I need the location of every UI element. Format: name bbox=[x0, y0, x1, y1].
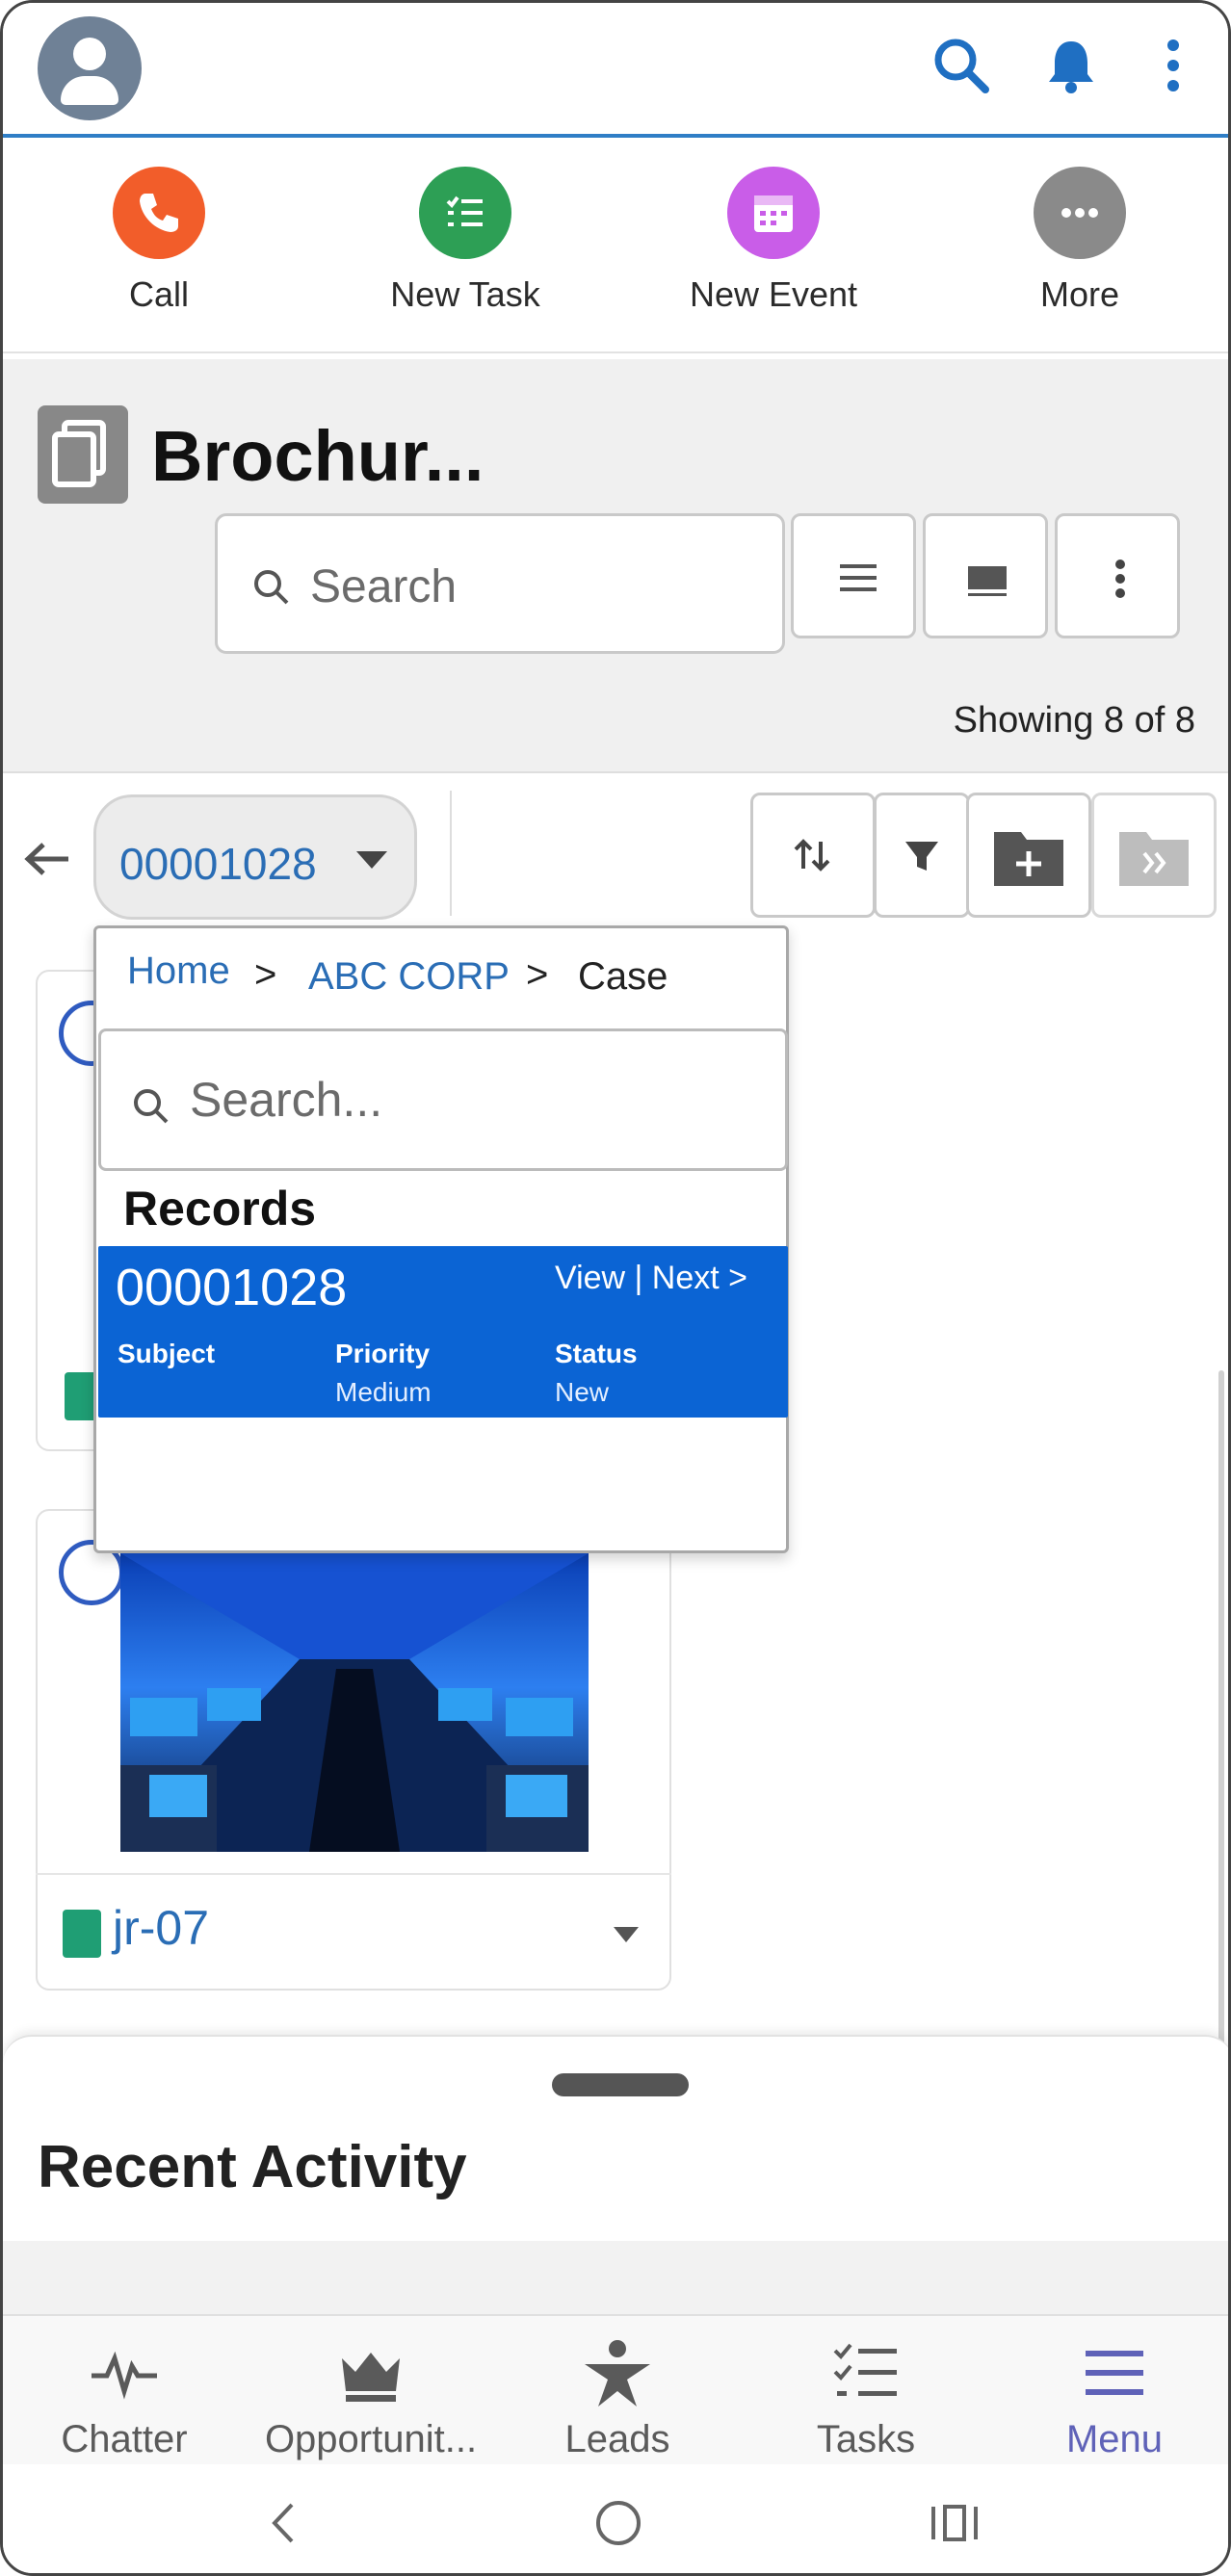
folder-add-icon bbox=[994, 832, 1063, 886]
avatar-head-shape bbox=[73, 38, 106, 70]
case-selector-dropdown[interactable]: 00001028 bbox=[93, 794, 417, 920]
star-person-icon bbox=[585, 2340, 650, 2407]
new-task-label: New Task bbox=[390, 274, 540, 314]
avatar[interactable] bbox=[38, 16, 142, 120]
nav-item-chatter[interactable]: Chatter bbox=[9, 2335, 240, 2461]
nav-item-menu[interactable]: Menu bbox=[999, 2335, 1228, 2461]
case-lookup-popover: Home > ABC CORP > Case Search... Records… bbox=[93, 925, 789, 1553]
call-action[interactable]: Call bbox=[43, 167, 275, 315]
new-task-action[interactable]: New Task bbox=[350, 167, 581, 315]
object-header: Brochur... Search Showing 8 of 8 bbox=[3, 359, 1228, 773]
search-placeholder: Search bbox=[310, 561, 458, 612]
record-search-input[interactable]: Search... bbox=[98, 1028, 788, 1171]
pulse-icon bbox=[92, 2351, 157, 2400]
subject-label: Subject bbox=[118, 1339, 216, 1368]
breadcrumb-separator: > bbox=[526, 953, 549, 996]
new-event-label: New Event bbox=[689, 274, 858, 314]
more-options-button[interactable] bbox=[1055, 513, 1180, 638]
divider bbox=[450, 791, 452, 916]
priority-label: Priority bbox=[335, 1339, 431, 1368]
more-horizontal-icon bbox=[1034, 167, 1126, 259]
nav-label: Opportunit... bbox=[264, 2418, 478, 2460]
more-action[interactable]: More bbox=[964, 167, 1195, 315]
nav-label: Tasks bbox=[816, 2418, 916, 2460]
calendar-icon bbox=[727, 167, 820, 259]
search-placeholder: Search... bbox=[190, 1073, 383, 1127]
breadcrumb-separator: > bbox=[254, 953, 277, 996]
card-title-link[interactable]: jr-07 bbox=[113, 1900, 209, 1956]
records-heading: Records bbox=[123, 1182, 317, 1236]
new-folder-button[interactable] bbox=[966, 793, 1091, 918]
nav-item-tasks[interactable]: Tasks bbox=[750, 2335, 982, 2461]
folder-forward-icon bbox=[1119, 832, 1189, 886]
recent-activity-title: Recent Activity bbox=[38, 2134, 467, 2200]
back-arrow-icon[interactable] bbox=[18, 835, 76, 883]
priority-value: Medium bbox=[335, 1377, 432, 1407]
more-label: More bbox=[1039, 274, 1120, 314]
filter-row: 00001028 bbox=[3, 775, 1228, 939]
record-view-next-link[interactable]: View | Next > bbox=[555, 1260, 747, 1297]
tile-icon bbox=[968, 566, 1007, 596]
record-row-selected[interactable]: 00001028 View | Next > Subject Priority … bbox=[98, 1246, 788, 1418]
search-icon bbox=[254, 570, 289, 605]
system-recents-icon[interactable] bbox=[928, 2499, 982, 2547]
phone-frame: Call New Task New Event More Brochur... … bbox=[0, 0, 1231, 2576]
system-home-icon[interactable] bbox=[592, 2497, 644, 2549]
case-selector-value: 00001028 bbox=[119, 839, 317, 889]
chevron-down-icon[interactable] bbox=[610, 1923, 642, 1946]
menu-icon bbox=[1086, 2351, 1143, 2395]
sort-icon bbox=[794, 839, 830, 872]
drag-handle[interactable] bbox=[552, 2073, 689, 2096]
nav-label: Leads bbox=[564, 2418, 670, 2460]
nav-label: Chatter bbox=[61, 2418, 188, 2460]
list-search-input[interactable]: Search bbox=[215, 513, 785, 654]
sort-button[interactable] bbox=[750, 793, 876, 918]
status-value: New bbox=[555, 1377, 610, 1407]
kebab-menu-icon[interactable] bbox=[1139, 32, 1207, 99]
avatar-body-shape bbox=[61, 76, 118, 105]
crown-icon bbox=[342, 2353, 400, 2402]
nav-item-opportunities[interactable]: Opportunit... bbox=[255, 2335, 486, 2461]
task-list-icon bbox=[419, 167, 511, 259]
card-footer: jr-07 bbox=[36, 1873, 671, 1979]
nav-label: Menu bbox=[1065, 2418, 1164, 2460]
document-icon bbox=[38, 405, 128, 504]
record-count: Showing 8 of 8 bbox=[953, 700, 1195, 741]
breadcrumb-account[interactable]: ABC CORP bbox=[308, 955, 510, 999]
list-icon bbox=[840, 564, 877, 591]
file-icon bbox=[63, 1910, 101, 1958]
page-title: Brochur... bbox=[151, 416, 485, 496]
status-label: Status bbox=[555, 1339, 638, 1368]
record-number: 00001028 bbox=[116, 1259, 348, 1316]
recent-activity-content bbox=[3, 2241, 1228, 2326]
bell-icon[interactable] bbox=[1037, 32, 1105, 99]
system-back-icon[interactable] bbox=[263, 2499, 305, 2547]
search-icon[interactable] bbox=[928, 32, 995, 99]
kebab-icon bbox=[1115, 559, 1125, 598]
new-event-action[interactable]: New Event bbox=[658, 167, 889, 315]
top-header bbox=[3, 3, 1228, 138]
bottom-nav: Chatter Opportunit... Leads Tasks Menu bbox=[3, 2314, 1228, 2464]
tile-view-button[interactable] bbox=[923, 513, 1048, 638]
scrollbar[interactable] bbox=[1218, 1370, 1224, 2044]
nav-item-leads[interactable]: Leads bbox=[502, 2335, 733, 2461]
card-thumbnail-image bbox=[120, 1553, 589, 1852]
checklist-icon bbox=[833, 2343, 897, 2396]
breadcrumb-current: Case bbox=[578, 955, 668, 998]
phone-icon bbox=[113, 167, 205, 259]
filter-button[interactable] bbox=[874, 793, 970, 918]
filter-icon bbox=[905, 842, 938, 871]
list-view-button[interactable] bbox=[791, 513, 916, 638]
recent-activity-sheet: Recent Activity bbox=[3, 2035, 1228, 2326]
chevron-down-icon bbox=[356, 851, 387, 869]
search-icon bbox=[134, 1089, 169, 1124]
system-nav-bar bbox=[3, 2466, 1228, 2573]
call-label: Call bbox=[128, 274, 189, 314]
move-to-folder-button[interactable] bbox=[1091, 793, 1217, 918]
quick-actions-bar: Call New Task New Event More bbox=[3, 142, 1228, 353]
breadcrumb-home[interactable]: Home bbox=[127, 950, 230, 993]
